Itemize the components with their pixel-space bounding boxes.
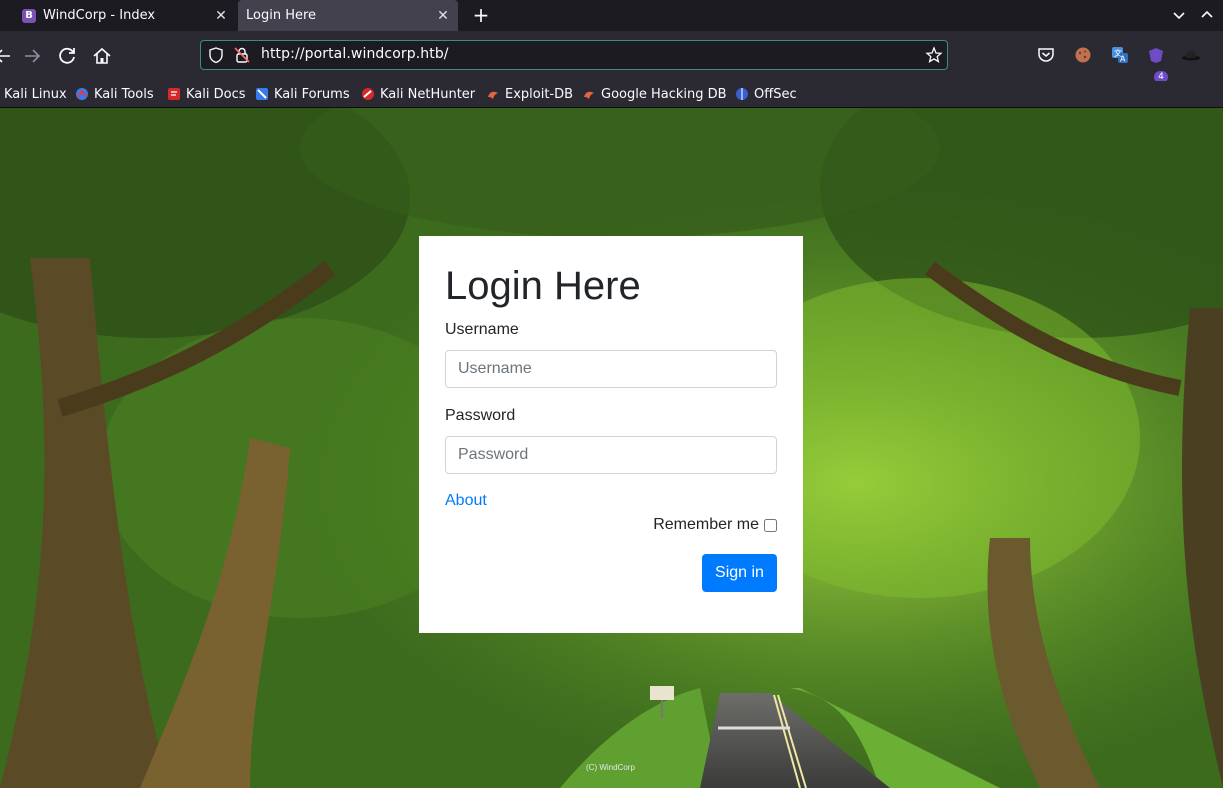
svg-text:A: A bbox=[1120, 55, 1126, 64]
new-tab-button[interactable]: + bbox=[471, 3, 491, 27]
copyright-text: (C) WindCorp bbox=[586, 763, 635, 772]
close-tab-icon[interactable]: ✕ bbox=[432, 8, 454, 24]
bookmark-exploit-db[interactable]: Exploit-DB bbox=[486, 85, 573, 103]
kali-nethunter-icon bbox=[361, 87, 375, 101]
tracking-protection-shield-icon[interactable] bbox=[207, 46, 225, 64]
bookmark-google-hacking-db[interactable]: Google Hacking DB bbox=[582, 85, 727, 103]
bookmark-label: Kali Tools bbox=[94, 86, 154, 102]
remember-me-label: Remember me bbox=[653, 516, 759, 533]
back-arrow-icon[interactable] bbox=[0, 44, 16, 68]
tab-windcorp-index[interactable]: B WindCorp - Index ✕ bbox=[14, 0, 236, 31]
cookie-extension-icon[interactable] bbox=[1073, 45, 1093, 65]
address-bar[interactable]: http://portal.windcorp.htb/ bbox=[200, 40, 948, 70]
translate-icon[interactable]: 文A bbox=[1110, 45, 1130, 65]
bookmark-label: Kali Docs bbox=[186, 86, 246, 102]
bookmark-label: Kali NetHunter bbox=[380, 86, 476, 102]
bookmark-kali-forums[interactable]: Kali Forums bbox=[255, 85, 350, 103]
tab-title: Login Here bbox=[246, 8, 317, 23]
bookmark-label: Kali Linux bbox=[4, 86, 67, 102]
close-tab-icon[interactable]: ✕ bbox=[210, 8, 232, 24]
bookmark-kali-tools[interactable]: Kali Tools bbox=[75, 85, 154, 103]
home-icon[interactable] bbox=[90, 44, 114, 68]
tab-title: WindCorp - Index bbox=[43, 8, 156, 23]
kali-docs-icon bbox=[167, 87, 181, 101]
about-link[interactable]: About bbox=[445, 492, 487, 510]
username-label: Username bbox=[445, 321, 519, 338]
bookmark-kali-nethunter[interactable]: Kali NetHunter bbox=[361, 85, 475, 103]
chevron-up-icon[interactable] bbox=[1198, 6, 1216, 24]
exploit-db-icon bbox=[486, 87, 500, 101]
remember-me[interactable]: Remember me bbox=[653, 516, 777, 534]
password-input[interactable] bbox=[445, 436, 777, 474]
username-input[interactable] bbox=[445, 350, 777, 388]
sign-in-button[interactable]: Sign in bbox=[702, 554, 777, 592]
bookmark-kali-linux[interactable]: Kali Linux bbox=[4, 85, 67, 103]
login-title: Login Here bbox=[445, 264, 641, 308]
login-card: Login Here Username Password About Remem… bbox=[419, 236, 803, 633]
offsec-icon bbox=[735, 87, 749, 101]
list-tabs-chevron-down-icon[interactable] bbox=[1170, 6, 1188, 24]
hat-extension-icon[interactable] bbox=[1181, 45, 1201, 65]
navigation-toolbar: http://portal.windcorp.htb/ 文A 4 bbox=[0, 31, 1223, 83]
kali-forums-icon bbox=[255, 87, 269, 101]
bookmark-kali-docs[interactable]: Kali Docs bbox=[167, 85, 246, 103]
bookmark-label: Kali Forums bbox=[274, 86, 350, 102]
bookmark-label: OffSec bbox=[754, 86, 797, 102]
remember-me-checkbox[interactable] bbox=[764, 518, 777, 532]
page-viewport: Login Here Username Password About Remem… bbox=[0, 108, 1223, 788]
ghdb-icon bbox=[582, 87, 596, 101]
tab-bar: B WindCorp - Index ✕ Login Here ✕ + bbox=[0, 0, 1223, 31]
forward-arrow-icon[interactable] bbox=[20, 44, 44, 68]
insecure-lock-icon[interactable] bbox=[233, 46, 251, 64]
url-text[interactable]: http://portal.windcorp.htb/ bbox=[261, 46, 449, 62]
bookmark-label: Google Hacking DB bbox=[601, 86, 727, 102]
bookmark-offsec[interactable]: OffSec bbox=[735, 85, 797, 103]
pocket-icon[interactable] bbox=[1036, 45, 1056, 65]
tab-login-here[interactable]: Login Here ✕ bbox=[238, 0, 458, 31]
reload-icon[interactable] bbox=[55, 44, 79, 68]
bookmark-label: Exploit-DB bbox=[505, 86, 574, 102]
bookmarks-toolbar: Kali Linux Kali Tools Kali Docs Kali For… bbox=[0, 81, 1223, 108]
shield-extension-icon[interactable] bbox=[1146, 45, 1166, 65]
kali-tools-icon bbox=[75, 87, 89, 101]
password-label: Password bbox=[445, 407, 516, 424]
bootstrap-favicon-icon: B bbox=[22, 8, 36, 23]
bookmark-star-icon[interactable] bbox=[925, 46, 943, 64]
